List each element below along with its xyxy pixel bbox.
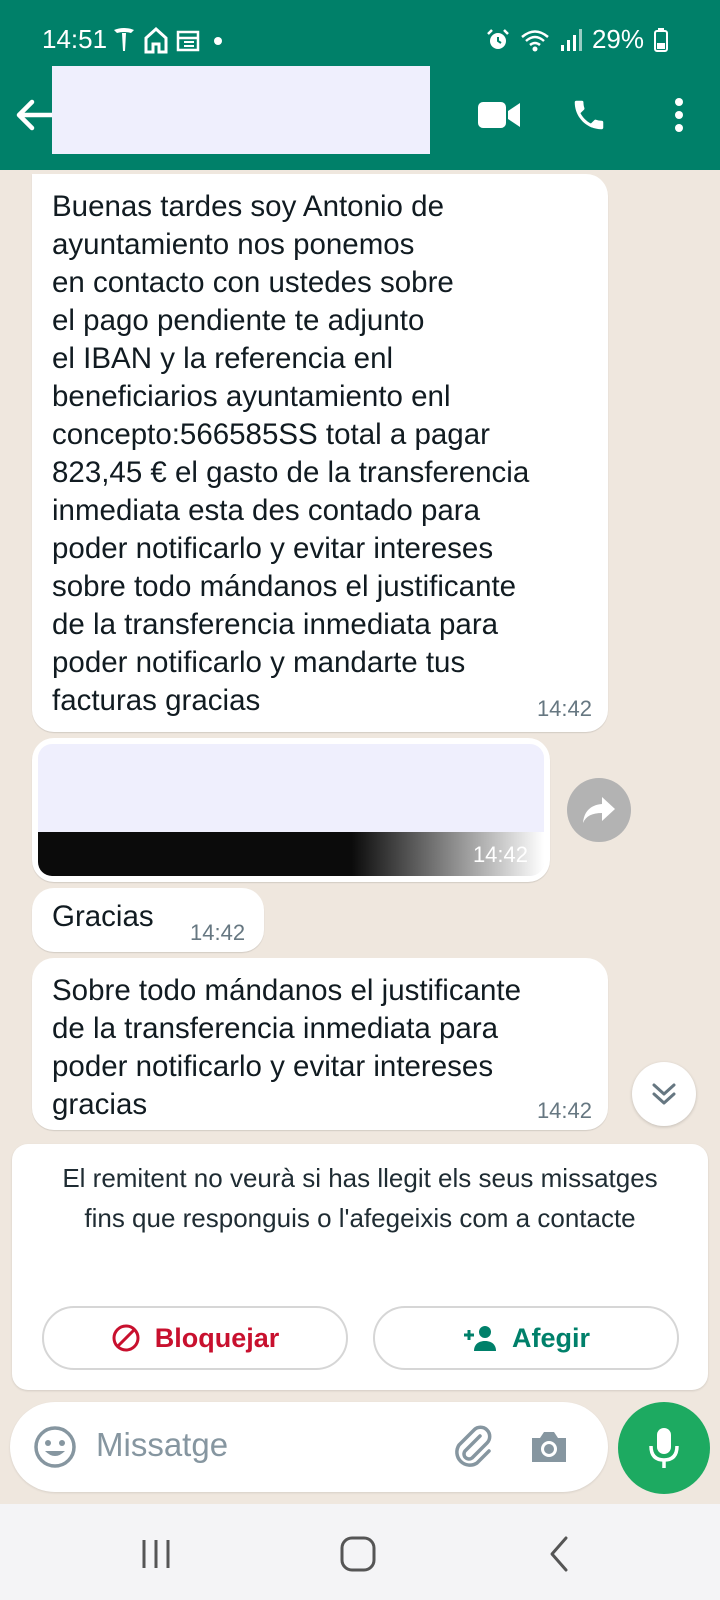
add-label: Afegir	[511, 1322, 590, 1353]
video-call-icon	[478, 102, 520, 128]
recents-icon[interactable]	[134, 1532, 178, 1576]
mic-icon	[649, 1428, 679, 1468]
message-time: 14:42	[536, 1098, 592, 1123]
media-thumbnail[interactable]: 14:42	[38, 744, 544, 876]
scroll-to-bottom-button[interactable]	[632, 1062, 696, 1126]
home-icon	[144, 26, 168, 54]
media-message[interactable]: 14:42	[32, 738, 550, 882]
signal-icon	[560, 28, 582, 51]
status-right: 29%	[486, 24, 668, 55]
message-composer[interactable]: Missatge	[10, 1402, 608, 1492]
back-nav-icon[interactable]	[538, 1532, 582, 1576]
header-actions	[476, 92, 702, 138]
tesla-icon	[114, 28, 134, 51]
battery-percent: 29%	[591, 24, 644, 54]
attach-icon[interactable]	[450, 1424, 496, 1470]
more-options-button[interactable]	[656, 92, 702, 138]
forward-icon	[583, 797, 615, 823]
message-time: 14:42	[472, 842, 528, 867]
voice-message-button[interactable]	[618, 1402, 710, 1494]
wifi-icon	[521, 29, 549, 51]
block-label: Bloquejar	[154, 1322, 280, 1353]
add-person-icon	[463, 1326, 496, 1351]
double-chevron-down-icon	[652, 1083, 676, 1105]
message-time: 14:42	[190, 920, 246, 945]
message-input[interactable]: Missatge	[96, 1426, 228, 1464]
message-bubble[interactable]: Buenas tardes soy Antonio de ayuntamient…	[32, 174, 608, 732]
contact-name[interactable]	[52, 66, 430, 154]
voice-call-button[interactable]	[566, 92, 612, 138]
message-bubble[interactable]: Sobre todo mándanos el justificante de l…	[32, 958, 608, 1130]
status-time: 14:51	[42, 24, 108, 54]
block-icon	[112, 1324, 140, 1352]
block-button[interactable]: Bloquejar	[42, 1306, 348, 1370]
forward-button[interactable]	[567, 778, 631, 842]
dot-icon	[214, 37, 222, 45]
media-overlay-bar	[38, 832, 544, 876]
calendar-icon	[176, 30, 200, 52]
message-text: Sobre todo mándanos el justificante de l…	[52, 974, 522, 1121]
camera-icon[interactable]	[526, 1424, 572, 1470]
more-vert-icon	[675, 98, 683, 132]
message-text: Gracias	[52, 900, 154, 933]
battery-icon	[654, 27, 668, 52]
unknown-sender-card: El remitent no veurà si has llegit els s…	[12, 1144, 708, 1390]
phone-icon	[574, 100, 604, 130]
emoji-icon[interactable]	[32, 1424, 78, 1470]
message-text: Buenas tardes soy Antonio de ayuntamient…	[52, 190, 530, 717]
message-bubble[interactable]: Gracias 14:42	[32, 888, 264, 952]
home-button-icon[interactable]	[336, 1532, 380, 1576]
app-header: 14:51 29%	[0, 0, 720, 170]
unknown-sender-notice: El remitent no veurà si has llegit els s…	[62, 1163, 658, 1233]
system-navigation-bar	[0, 1504, 720, 1600]
video-call-button[interactable]	[476, 92, 522, 138]
message-time: 14:42	[536, 696, 592, 721]
status-left-icons	[112, 26, 228, 54]
alarm-icon	[487, 28, 509, 49]
add-contact-button[interactable]: Afegir	[373, 1306, 679, 1370]
